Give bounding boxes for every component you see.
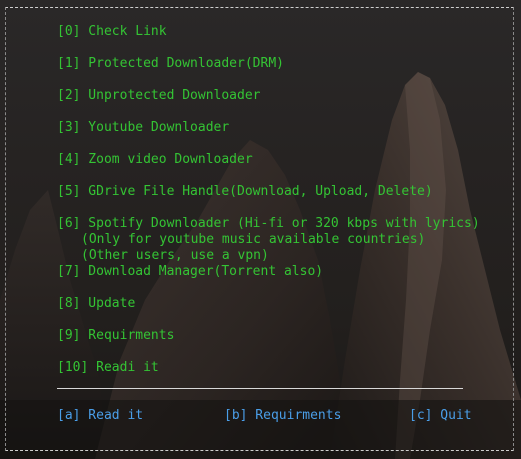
- menu-divider: [57, 388, 463, 389]
- menu-item-youtube-downloader[interactable]: [3] Youtube Downloader: [57, 120, 229, 136]
- menu-item-readme[interactable]: [10] Readi it: [57, 360, 159, 376]
- spotify-note-vpn: (Other users, use a vpn): [81, 248, 269, 263]
- spotify-note-countries: (Only for youtube music available countr…: [81, 232, 426, 247]
- menu-item-check-link[interactable]: [0] Check Link: [57, 24, 167, 40]
- requirements-action[interactable]: [b] Requirments: [224, 408, 341, 424]
- menu-item-zoom-downloader[interactable]: [4] Zoom video Downloader: [57, 152, 253, 168]
- menu-item-spotify-downloader[interactable]: [6] Spotify Downloader (Hi-fi or 320 kbp…: [57, 216, 480, 232]
- quit-action[interactable]: [c] Quit: [409, 408, 472, 424]
- terminal-window: [0] Check Link [1] Protected Downloader(…: [0, 0, 521, 459]
- read-it-action[interactable]: [a] Read it: [57, 408, 143, 424]
- menu-item-protected-downloader[interactable]: [1] Protected Downloader(DRM): [57, 56, 284, 72]
- menu-item-update[interactable]: [8] Update: [57, 296, 135, 312]
- menu-item-gdrive-file-handle[interactable]: [5] GDrive File Handle(Download, Upload,…: [57, 184, 433, 200]
- menu-item-unprotected-downloader[interactable]: [2] Unprotected Downloader: [57, 88, 261, 104]
- menu-item-requirements[interactable]: [9] Requirments: [57, 328, 174, 344]
- menu-item-download-manager[interactable]: [7] Download Manager(Torrent also): [57, 264, 323, 280]
